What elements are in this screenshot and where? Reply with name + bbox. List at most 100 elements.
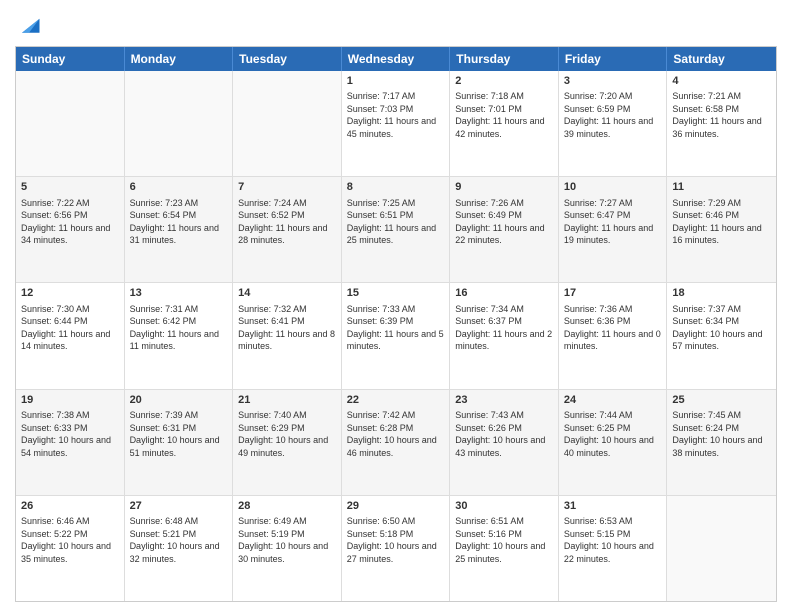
calendar-cell-day-16: 16 Sunrise: 7:34 AMSunset: 6:37 PMDayligh…: [450, 283, 559, 388]
sun-info: Sunrise: 7:18 AMSunset: 7:01 PMDaylight:…: [455, 90, 553, 140]
calendar-cell-day-26: 26 Sunrise: 6:46 AMSunset: 5:22 PMDayligh…: [16, 496, 125, 601]
calendar-body: 1Sunrise: 7:17 AMSunset: 7:03 PMDaylight…: [16, 71, 776, 601]
sun-info: Sunrise: 6:49 AMSunset: 5:19 PMDaylight:…: [238, 515, 336, 565]
calendar-cell-day-8: 8Sunrise: 7:25 AMSunset: 6:51 PMDaylight…: [342, 177, 451, 282]
sun-info: Sunrise: 7:26 AMSunset: 6:49 PMDaylight:…: [455, 197, 553, 247]
calendar-cell-day-4: 4 Sunrise: 7:21 AMSunset: 6:58 PMDaylight…: [667, 71, 776, 176]
day-number: 25: [672, 393, 771, 407]
day-number: 22: [347, 393, 445, 407]
calendar-row-0: 1Sunrise: 7:17 AMSunset: 7:03 PMDaylight…: [16, 71, 776, 177]
calendar-cell-empty: [667, 496, 776, 601]
sun-info: Sunrise: 7:22 AMSunset: 6:56 PMDaylight:…: [21, 197, 119, 247]
sun-info: Sunrise: 7:38 AMSunset: 6:33 PMDaylight:…: [21, 409, 119, 459]
day-number: 7: [238, 180, 336, 194]
calendar-header-monday: Monday: [125, 47, 234, 71]
calendar-cell-day-1: 1Sunrise: 7:17 AMSunset: 7:03 PMDaylight…: [342, 71, 451, 176]
calendar-cell-day-30: 30Sunrise: 6:51 AMSunset: 5:16 PMDayligh…: [450, 496, 559, 601]
day-number: 23: [455, 393, 553, 407]
calendar-cell-empty: [125, 71, 234, 176]
calendar-cell-day-25: 25 Sunrise: 7:45 AMSunset: 6:24 PMDayligh…: [667, 390, 776, 495]
calendar-cell-day-10: 10 Sunrise: 7:27 AMSunset: 6:47 PMDayligh…: [559, 177, 668, 282]
calendar-cell-day-27: 27 Sunrise: 6:48 AMSunset: 5:21 PMDayligh…: [125, 496, 234, 601]
page-header: [15, 10, 777, 38]
sun-info: Sunrise: 7:24 AMSunset: 6:52 PMDaylight:…: [238, 197, 336, 247]
sun-info: Sunrise: 7:36 AMSunset: 6:36 PMDaylight:…: [564, 303, 662, 353]
day-number: 27: [130, 499, 228, 513]
day-number: 10: [564, 180, 662, 194]
sun-info: Sunrise: 7:21 AMSunset: 6:58 PMDaylight:…: [672, 90, 771, 140]
calendar-header-saturday: Saturday: [667, 47, 776, 71]
sun-info: Sunrise: 7:34 AMSunset: 6:37 PMDaylight:…: [455, 303, 553, 353]
sun-info: Sunrise: 6:46 AMSunset: 5:22 PMDaylight:…: [21, 515, 119, 565]
day-number: 29: [347, 499, 445, 513]
sun-info: Sunrise: 7:27 AMSunset: 6:47 PMDaylight:…: [564, 197, 662, 247]
sun-info: Sunrise: 6:51 AMSunset: 5:16 PMDaylight:…: [455, 515, 553, 565]
day-number: 4: [672, 74, 771, 88]
day-number: 17: [564, 286, 662, 300]
day-number: 18: [672, 286, 771, 300]
calendar-cell-day-23: 23 Sunrise: 7:43 AMSunset: 6:26 PMDayligh…: [450, 390, 559, 495]
calendar-header-wednesday: Wednesday: [342, 47, 451, 71]
sun-info: Sunrise: 7:40 AMSunset: 6:29 PMDaylight:…: [238, 409, 336, 459]
calendar-header-friday: Friday: [559, 47, 668, 71]
sun-info: Sunrise: 7:23 AMSunset: 6:54 PMDaylight:…: [130, 197, 228, 247]
calendar-cell-day-15: 15 Sunrise: 7:33 AMSunset: 6:39 PMDayligh…: [342, 283, 451, 388]
day-number: 19: [21, 393, 119, 407]
calendar-cell-day-28: 28Sunrise: 6:49 AMSunset: 5:19 PMDayligh…: [233, 496, 342, 601]
sun-info: Sunrise: 7:17 AMSunset: 7:03 PMDaylight:…: [347, 90, 445, 140]
calendar-cell-day-11: 11Sunrise: 7:29 AMSunset: 6:46 PMDayligh…: [667, 177, 776, 282]
day-number: 13: [130, 286, 228, 300]
calendar-cell-day-20: 20 Sunrise: 7:39 AMSunset: 6:31 PMDayligh…: [125, 390, 234, 495]
day-number: 12: [21, 286, 119, 300]
calendar-cell-day-19: 19 Sunrise: 7:38 AMSunset: 6:33 PMDayligh…: [16, 390, 125, 495]
sun-info: Sunrise: 6:53 AMSunset: 5:15 PMDaylight:…: [564, 515, 662, 565]
sun-info: Sunrise: 7:39 AMSunset: 6:31 PMDaylight:…: [130, 409, 228, 459]
calendar-row-4: 26 Sunrise: 6:46 AMSunset: 5:22 PMDayligh…: [16, 496, 776, 601]
logo: [15, 10, 47, 38]
calendar-cell-empty: [16, 71, 125, 176]
sun-info: Sunrise: 7:31 AMSunset: 6:42 PMDaylight:…: [130, 303, 228, 353]
sun-info: Sunrise: 7:42 AMSunset: 6:28 PMDaylight:…: [347, 409, 445, 459]
calendar-cell-day-9: 9Sunrise: 7:26 AMSunset: 6:49 PMDaylight…: [450, 177, 559, 282]
sun-info: Sunrise: 7:37 AMSunset: 6:34 PMDaylight:…: [672, 303, 771, 353]
calendar-cell-day-5: 5 Sunrise: 7:22 AMSunset: 6:56 PMDaylight…: [16, 177, 125, 282]
logo-icon: [15, 10, 43, 38]
day-number: 14: [238, 286, 336, 300]
day-number: 20: [130, 393, 228, 407]
day-number: 24: [564, 393, 662, 407]
sun-info: Sunrise: 6:48 AMSunset: 5:21 PMDaylight:…: [130, 515, 228, 565]
day-number: 21: [238, 393, 336, 407]
day-number: 15: [347, 286, 445, 300]
calendar-cell-day-13: 13 Sunrise: 7:31 AMSunset: 6:42 PMDayligh…: [125, 283, 234, 388]
calendar-cell-day-31: 31Sunrise: 6:53 AMSunset: 5:15 PMDayligh…: [559, 496, 668, 601]
calendar-cell-day-14: 14 Sunrise: 7:32 AMSunset: 6:41 PMDayligh…: [233, 283, 342, 388]
sun-info: Sunrise: 7:33 AMSunset: 6:39 PMDaylight:…: [347, 303, 445, 353]
sun-info: Sunrise: 7:32 AMSunset: 6:41 PMDaylight:…: [238, 303, 336, 353]
calendar-cell-empty: [233, 71, 342, 176]
sun-info: Sunrise: 7:44 AMSunset: 6:25 PMDaylight:…: [564, 409, 662, 459]
calendar-cell-day-7: 7 Sunrise: 7:24 AMSunset: 6:52 PMDaylight…: [233, 177, 342, 282]
day-number: 3: [564, 74, 662, 88]
calendar-cell-day-12: 12Sunrise: 7:30 AMSunset: 6:44 PMDayligh…: [16, 283, 125, 388]
calendar-header: SundayMondayTuesdayWednesdayThursdayFrid…: [16, 47, 776, 71]
sun-info: Sunrise: 7:20 AMSunset: 6:59 PMDaylight:…: [564, 90, 662, 140]
calendar-header-thursday: Thursday: [450, 47, 559, 71]
calendar-cell-day-17: 17 Sunrise: 7:36 AMSunset: 6:36 PMDayligh…: [559, 283, 668, 388]
sun-info: Sunrise: 6:50 AMSunset: 5:18 PMDaylight:…: [347, 515, 445, 565]
sun-info: Sunrise: 7:25 AMSunset: 6:51 PMDaylight:…: [347, 197, 445, 247]
day-number: 11: [672, 180, 771, 194]
day-number: 16: [455, 286, 553, 300]
calendar-cell-day-22: 22 Sunrise: 7:42 AMSunset: 6:28 PMDayligh…: [342, 390, 451, 495]
calendar-cell-day-3: 3 Sunrise: 7:20 AMSunset: 6:59 PMDaylight…: [559, 71, 668, 176]
calendar: SundayMondayTuesdayWednesdayThursdayFrid…: [15, 46, 777, 602]
day-number: 5: [21, 180, 119, 194]
calendar-row-3: 19 Sunrise: 7:38 AMSunset: 6:33 PMDayligh…: [16, 390, 776, 496]
sun-info: Sunrise: 7:43 AMSunset: 6:26 PMDaylight:…: [455, 409, 553, 459]
calendar-header-sunday: Sunday: [16, 47, 125, 71]
day-number: 26: [21, 499, 119, 513]
calendar-cell-day-6: 6 Sunrise: 7:23 AMSunset: 6:54 PMDaylight…: [125, 177, 234, 282]
calendar-header-tuesday: Tuesday: [233, 47, 342, 71]
calendar-cell-day-29: 29 Sunrise: 6:50 AMSunset: 5:18 PMDayligh…: [342, 496, 451, 601]
day-number: 6: [130, 180, 228, 194]
sun-info: Sunrise: 7:45 AMSunset: 6:24 PMDaylight:…: [672, 409, 771, 459]
